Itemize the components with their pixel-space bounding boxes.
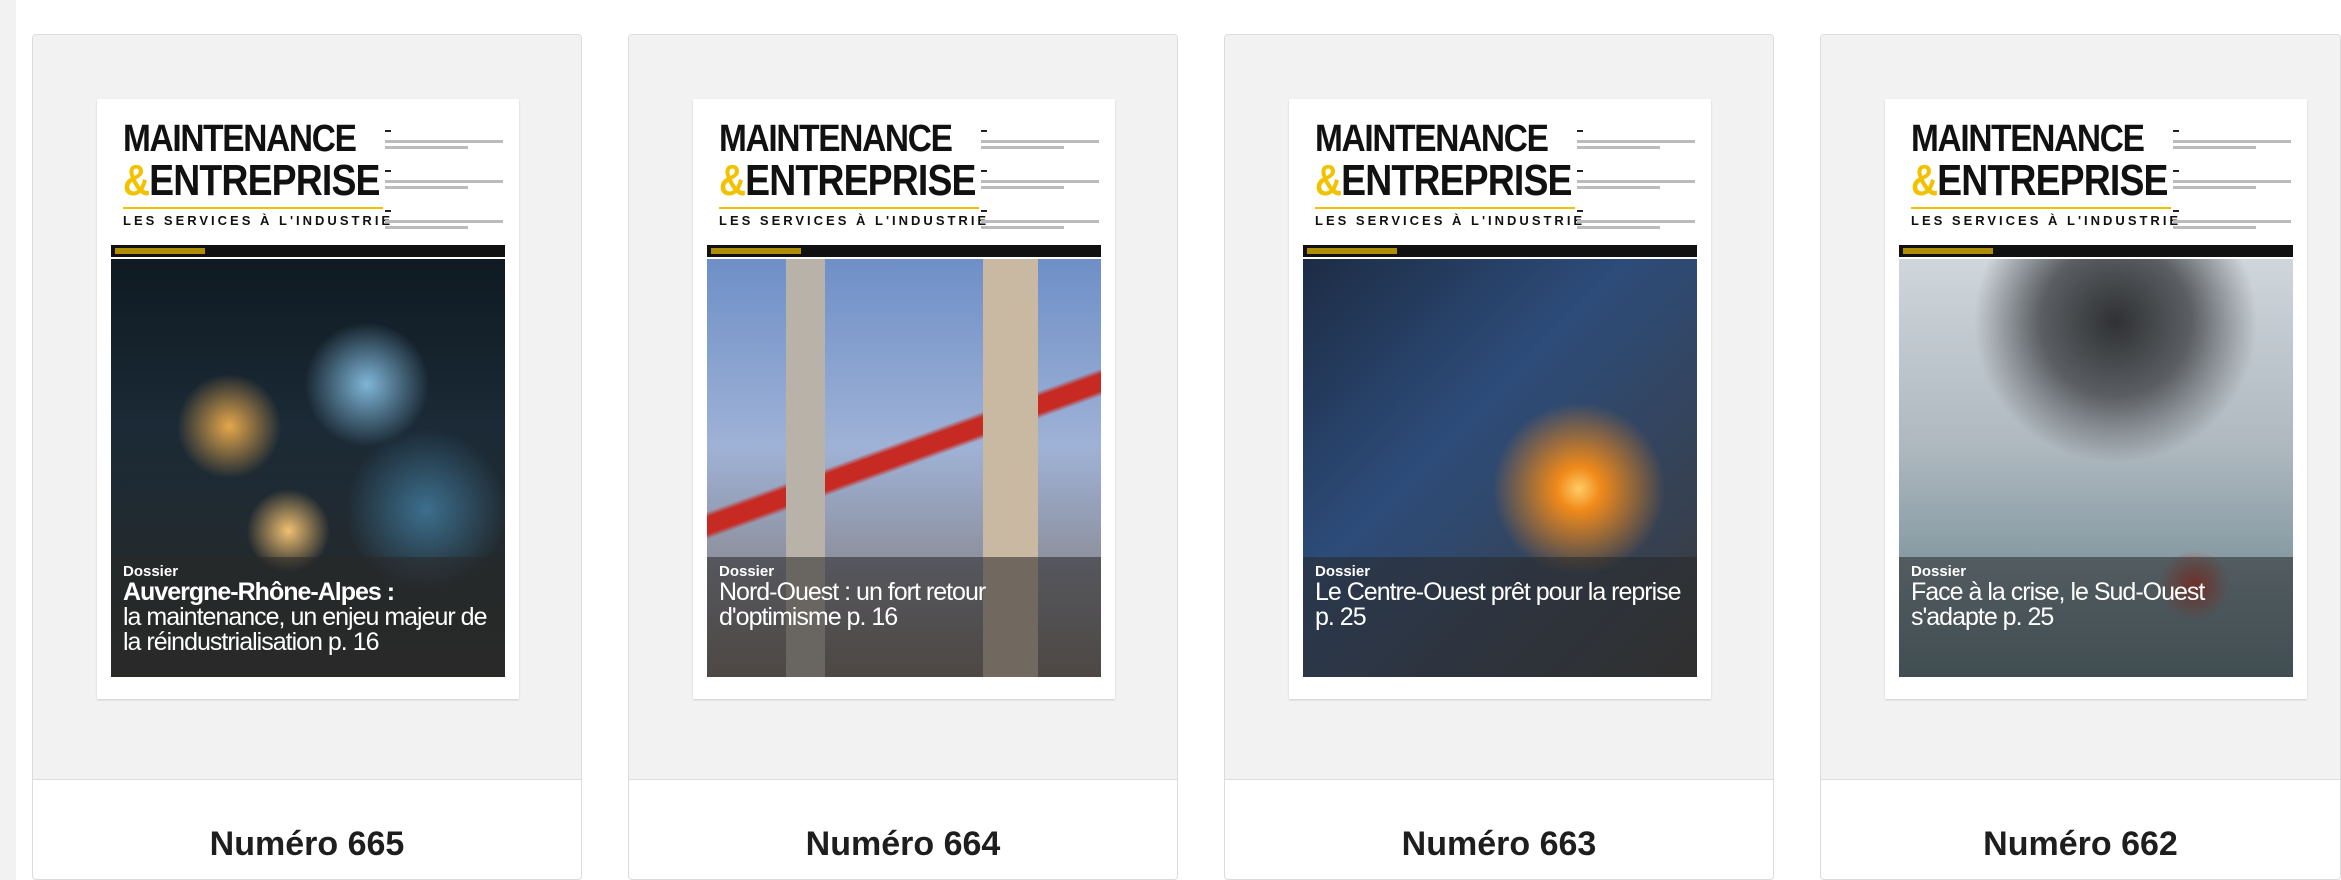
- cover-dossier-box: Dossier Nord-Ouest : un fort retour d'op…: [707, 557, 1101, 677]
- issue-card-664[interactable]: MAINTENANCE &ENTREPRISE LES SERVICES À L…: [628, 34, 1178, 880]
- toc-entry: [385, 159, 503, 189]
- cover-tagline: LES SERVICES À L'INDUSTRIE: [1911, 207, 2178, 228]
- headline-rest: la maintenance, un enjeu majeur de la ré…: [123, 603, 487, 656]
- issue-title[interactable]: Numéro 664: [629, 825, 1177, 864]
- masthead-maintenance: MAINTENANCE: [1911, 118, 2145, 160]
- issue-title[interactable]: Numéro 663: [1225, 825, 1773, 864]
- issue-cover-area[interactable]: MAINTENANCE &ENTREPRISE LES SERVICES À L…: [1225, 35, 1773, 780]
- cover-issue-strip: [111, 245, 505, 257]
- cover-tagline: LES SERVICES À L'INDUSTRIE: [719, 207, 986, 228]
- cover-issue-strip: [707, 245, 1101, 257]
- cover-tagline: LES SERVICES À L'INDUSTRIE: [123, 207, 390, 228]
- masthead-entreprise: &ENTREPRISE: [1315, 156, 1573, 205]
- issue-card-665[interactable]: MAINTENANCE &ENTREPRISE LES SERVICES À L…: [32, 34, 582, 880]
- toc-entry: [2173, 199, 2291, 229]
- issue-card-663[interactable]: MAINTENANCE &ENTREPRISE LES SERVICES À L…: [1224, 34, 1774, 880]
- toc-entry: [385, 199, 503, 229]
- masthead-maintenance: MAINTENANCE: [1315, 118, 1549, 160]
- cover-masthead: MAINTENANCE &ENTREPRISE LES SERVICES À L…: [123, 118, 390, 228]
- masthead-ampersand: &: [719, 156, 746, 205]
- masthead-entreprise: &ENTREPRISE: [1911, 156, 2169, 205]
- cover-masthead: MAINTENANCE &ENTREPRISE LES SERVICES À L…: [1315, 118, 1582, 228]
- masthead-entreprise-word: ENTREPRISE: [745, 156, 976, 205]
- cover-photo: Dossier Nord-Ouest : un fort retour d'op…: [707, 259, 1101, 677]
- masthead-entreprise: &ENTREPRISE: [719, 156, 977, 205]
- cover-dossier-box: Dossier Auvergne-Rhône-Alpes : la mainten…: [111, 557, 505, 677]
- masthead-ampersand: &: [1911, 156, 1938, 205]
- cover-photo: Dossier Face à la crise, le Sud-Ouest s'…: [1899, 259, 2293, 677]
- cover-dossier-box: Dossier Le Centre-Ouest prêt pour la rep…: [1303, 557, 1697, 677]
- magazine-cover-664[interactable]: MAINTENANCE &ENTREPRISE LES SERVICES À L…: [693, 99, 1115, 699]
- cover-issue-strip: [1303, 245, 1697, 257]
- issue-cover-area[interactable]: MAINTENANCE &ENTREPRISE LES SERVICES À L…: [629, 35, 1177, 780]
- dossier-headline: Nord-Ouest : un fort retour d'optimisme …: [719, 578, 986, 631]
- toc-entry: [2173, 119, 2291, 149]
- cover-tagline: LES SERVICES À L'INDUSTRIE: [1315, 207, 1582, 228]
- cover-masthead: MAINTENANCE &ENTREPRISE LES SERVICES À L…: [1911, 118, 2178, 228]
- masthead-entreprise: &ENTREPRISE: [123, 156, 381, 205]
- masthead-entreprise-word: ENTREPRISE: [1341, 156, 1572, 205]
- dossier-headline: Face à la crise, le Sud-Ouest s'adapte p…: [1911, 578, 2205, 631]
- cover-photo: Dossier Le Centre-Ouest prêt pour la rep…: [1303, 259, 1697, 677]
- issue-cover-area[interactable]: MAINTENANCE &ENTREPRISE LES SERVICES À L…: [33, 35, 581, 780]
- issue-title[interactable]: Numéro 665: [33, 825, 581, 864]
- toc-entry: [981, 199, 1099, 229]
- page-left-border: [0, 0, 16, 880]
- toc-entry: [2173, 159, 2291, 189]
- cover-masthead: MAINTENANCE &ENTREPRISE LES SERVICES À L…: [719, 118, 986, 228]
- toc-entry: [1577, 119, 1695, 149]
- cover-dossier-box: Dossier Face à la crise, le Sud-Ouest s'…: [1899, 557, 2293, 677]
- magazine-cover-662[interactable]: MAINTENANCE &ENTREPRISE LES SERVICES À L…: [1885, 99, 2307, 699]
- toc-entry: [1577, 159, 1695, 189]
- issue-cover-area[interactable]: MAINTENANCE &ENTREPRISE LES SERVICES À L…: [1821, 35, 2340, 780]
- issue-title[interactable]: Numéro 662: [1821, 825, 2340, 864]
- dossier-headline: Le Centre-Ouest prêt pour la reprise p. …: [1315, 578, 1682, 631]
- cover-photo: Dossier Auvergne-Rhône-Alpes : la mainten…: [111, 259, 505, 677]
- masthead-entreprise-word: ENTREPRISE: [149, 156, 380, 205]
- masthead-maintenance: MAINTENANCE: [719, 118, 953, 160]
- toc-entry: [385, 119, 503, 149]
- masthead-ampersand: &: [1315, 156, 1342, 205]
- toc-entry: [981, 159, 1099, 189]
- cover-issue-strip: [1899, 245, 2293, 257]
- dossier-headline: Auvergne-Rhône-Alpes : la maintenance, un…: [123, 580, 493, 655]
- masthead-ampersand: &: [123, 156, 150, 205]
- headline-bold: Auvergne-Rhône-Alpes :: [123, 578, 395, 606]
- masthead-maintenance: MAINTENANCE: [123, 118, 357, 160]
- toc-entry: [981, 119, 1099, 149]
- magazine-cover-665[interactable]: MAINTENANCE &ENTREPRISE LES SERVICES À L…: [97, 99, 519, 699]
- magazine-cover-663[interactable]: MAINTENANCE &ENTREPRISE LES SERVICES À L…: [1289, 99, 1711, 699]
- issue-card-662[interactable]: MAINTENANCE &ENTREPRISE LES SERVICES À L…: [1820, 34, 2341, 880]
- toc-entry: [1577, 199, 1695, 229]
- masthead-entreprise-word: ENTREPRISE: [1937, 156, 2168, 205]
